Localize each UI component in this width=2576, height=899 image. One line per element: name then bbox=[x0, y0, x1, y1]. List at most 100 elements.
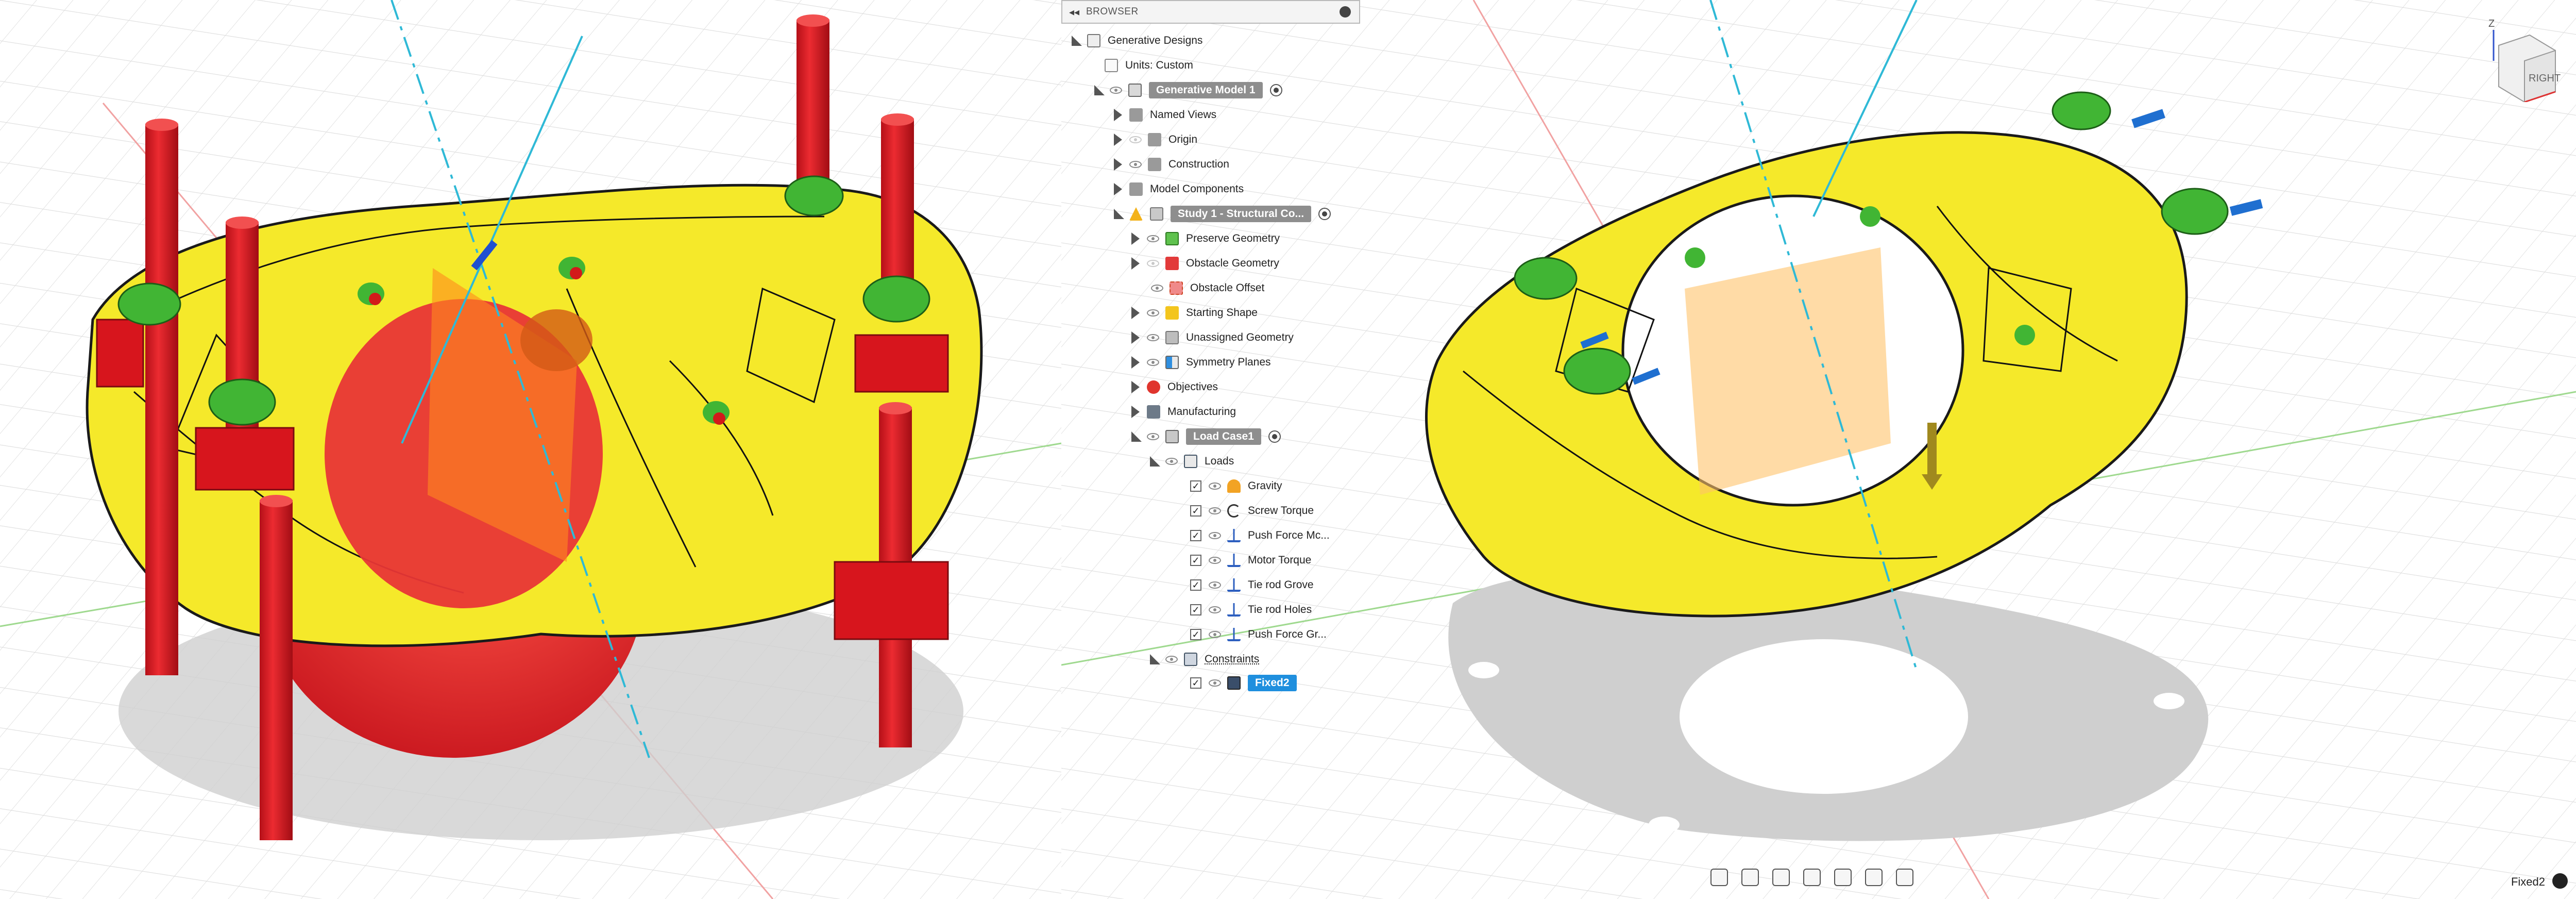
visibility-icon[interactable] bbox=[1147, 359, 1159, 366]
folder-icon bbox=[1148, 158, 1161, 171]
expand-icon[interactable] bbox=[1131, 257, 1140, 270]
zoom-fit-icon[interactable] bbox=[1834, 869, 1852, 886]
visibility-icon[interactable] bbox=[1147, 433, 1159, 440]
expand-icon[interactable] bbox=[1114, 134, 1122, 146]
tree-item-construction[interactable]: Construction bbox=[1114, 153, 1229, 176]
tree-item-push-force-mc[interactable]: ✓ Push Force Mc... bbox=[1190, 524, 1330, 547]
tree-item-label: Model Components bbox=[1150, 183, 1244, 195]
tree-item-generative-model[interactable]: Generative Model 1 bbox=[1094, 78, 1282, 102]
tree-item-study[interactable]: Study 1 - Structural Co... bbox=[1114, 202, 1331, 226]
expand-icon[interactable] bbox=[1114, 109, 1122, 121]
tree-item-loads[interactable]: Loads bbox=[1150, 450, 1234, 473]
tree-item-label: Gravity bbox=[1248, 480, 1282, 492]
tree-item-label: Construction bbox=[1168, 158, 1229, 170]
load-checkbox[interactable]: ✓ bbox=[1190, 579, 1201, 591]
tree-item-origin[interactable]: Origin bbox=[1114, 128, 1197, 152]
tree-item-named-views[interactable]: Named Views bbox=[1114, 103, 1216, 127]
tree-item-tie-rod-grove[interactable]: ✓ Tie rod Grove bbox=[1190, 573, 1314, 597]
expand-icon[interactable] bbox=[1150, 654, 1160, 664]
tree-item-label: Motor Torque bbox=[1248, 554, 1312, 566]
tree-item-label: Loads bbox=[1205, 455, 1234, 467]
collapse-browser-icon[interactable]: ◂◂ bbox=[1062, 6, 1086, 19]
view-cube-face-label: RIGHT bbox=[2529, 73, 2561, 84]
expand-icon[interactable] bbox=[1131, 406, 1140, 418]
selection-filter-icon[interactable] bbox=[2552, 873, 2568, 889]
expand-icon[interactable] bbox=[1114, 209, 1124, 219]
tree-item-preserve-geometry[interactable]: Preserve Geometry bbox=[1131, 227, 1280, 251]
visibility-icon[interactable] bbox=[1209, 557, 1221, 564]
expand-icon[interactable] bbox=[1114, 158, 1122, 171]
tree-item-model-components[interactable]: Model Components bbox=[1114, 177, 1244, 201]
activate-radio[interactable] bbox=[1269, 84, 1282, 96]
expand-icon[interactable] bbox=[1150, 456, 1160, 467]
tree-item-gravity[interactable]: ✓ Gravity bbox=[1190, 474, 1282, 498]
expand-icon[interactable] bbox=[1131, 307, 1140, 319]
grid-settings-icon[interactable] bbox=[1896, 869, 1913, 886]
force-icon bbox=[1227, 529, 1241, 542]
expand-icon[interactable] bbox=[1094, 85, 1105, 95]
tree-item-unassigned-geometry[interactable]: Unassigned Geometry bbox=[1131, 326, 1294, 349]
tree-item-starting-shape[interactable]: Starting Shape bbox=[1131, 301, 1258, 325]
visibility-icon[interactable] bbox=[1147, 235, 1159, 242]
tree-item-units[interactable]: Units: Custom bbox=[1105, 54, 1193, 77]
expand-icon[interactable] bbox=[1131, 381, 1140, 393]
orbit-icon[interactable] bbox=[1710, 869, 1728, 886]
expand-icon[interactable] bbox=[1131, 356, 1140, 369]
visibility-icon[interactable] bbox=[1209, 606, 1221, 613]
look-at-icon[interactable] bbox=[1741, 869, 1759, 886]
visibility-icon[interactable] bbox=[1209, 679, 1221, 687]
visibility-icon[interactable] bbox=[1147, 309, 1159, 317]
unassigned-geometry-icon bbox=[1165, 331, 1179, 344]
visibility-icon[interactable] bbox=[1209, 532, 1221, 539]
visibility-icon[interactable] bbox=[1209, 581, 1221, 589]
visibility-icon[interactable] bbox=[1209, 507, 1221, 514]
expand-icon[interactable] bbox=[1072, 36, 1082, 46]
pan-icon[interactable] bbox=[1772, 869, 1790, 886]
load-checkbox[interactable]: ✓ bbox=[1190, 555, 1201, 566]
visibility-icon[interactable] bbox=[1151, 285, 1163, 292]
display-settings-icon[interactable] bbox=[1865, 869, 1883, 886]
expand-icon[interactable] bbox=[1131, 431, 1142, 442]
view-cube[interactable]: Z RIGHT bbox=[2478, 14, 2566, 103]
tree-item-screw-torque[interactable]: ✓ Screw Torque bbox=[1190, 499, 1314, 523]
load-checkbox[interactable]: ✓ bbox=[1190, 505, 1201, 517]
tree-item-motor-torque[interactable]: ✓ Motor Torque bbox=[1190, 548, 1311, 572]
visibility-icon[interactable] bbox=[1209, 631, 1221, 638]
tree-item-push-force-gr[interactable]: ✓ Push Force Gr... bbox=[1190, 623, 1327, 646]
tree-item-tie-rod-holes[interactable]: ✓ Tie rod Holes bbox=[1190, 598, 1312, 622]
tree-item-fixed2[interactable]: ✓ Fixed2 bbox=[1190, 671, 1297, 695]
zoom-icon[interactable] bbox=[1803, 869, 1821, 886]
visibility-icon[interactable] bbox=[1209, 482, 1221, 490]
browser-title: BROWSER bbox=[1086, 6, 1139, 17]
activate-radio[interactable] bbox=[1268, 430, 1281, 443]
visibility-icon[interactable] bbox=[1129, 161, 1142, 168]
expand-icon[interactable] bbox=[1131, 232, 1140, 245]
tree-item-label: Objectives bbox=[1167, 381, 1218, 393]
load-checkbox[interactable]: ✓ bbox=[1190, 629, 1201, 640]
expand-icon[interactable] bbox=[1114, 183, 1122, 195]
tree-item-obstacle-offset[interactable]: Obstacle Offset bbox=[1151, 276, 1264, 300]
tree-item-obstacle-geometry[interactable]: Obstacle Geometry bbox=[1131, 252, 1279, 275]
load-checkbox[interactable]: ✓ bbox=[1190, 604, 1201, 615]
tree-item-load-case[interactable]: Load Case1 bbox=[1131, 425, 1281, 448]
expand-icon[interactable] bbox=[1131, 331, 1140, 344]
activate-radio[interactable] bbox=[1318, 208, 1331, 220]
left-viewport[interactable] bbox=[0, 0, 1061, 899]
tree-item-generative-designs[interactable]: Generative Designs bbox=[1072, 29, 1202, 53]
left-canvas[interactable] bbox=[0, 0, 1061, 899]
visibility-icon[interactable] bbox=[1147, 260, 1159, 267]
tree-item-objectives[interactable]: Objectives bbox=[1131, 375, 1218, 399]
tree-item-symmetry-planes[interactable]: Symmetry Planes bbox=[1131, 351, 1271, 374]
visibility-icon[interactable] bbox=[1165, 458, 1178, 465]
load-checkbox[interactable]: ✓ bbox=[1190, 480, 1201, 492]
preserve-geometry-icon bbox=[1165, 232, 1179, 245]
load-checkbox[interactable]: ✓ bbox=[1190, 530, 1201, 541]
constraint-checkbox[interactable]: ✓ bbox=[1190, 677, 1201, 689]
visibility-icon[interactable] bbox=[1129, 136, 1142, 143]
tree-item-constraints[interactable]: Constraints bbox=[1150, 647, 1259, 671]
visibility-icon[interactable] bbox=[1165, 656, 1178, 663]
browser-options-icon[interactable] bbox=[1340, 6, 1351, 18]
tree-item-manufacturing[interactable]: Manufacturing bbox=[1131, 400, 1236, 424]
visibility-icon[interactable] bbox=[1110, 87, 1122, 94]
visibility-icon[interactable] bbox=[1147, 334, 1159, 341]
